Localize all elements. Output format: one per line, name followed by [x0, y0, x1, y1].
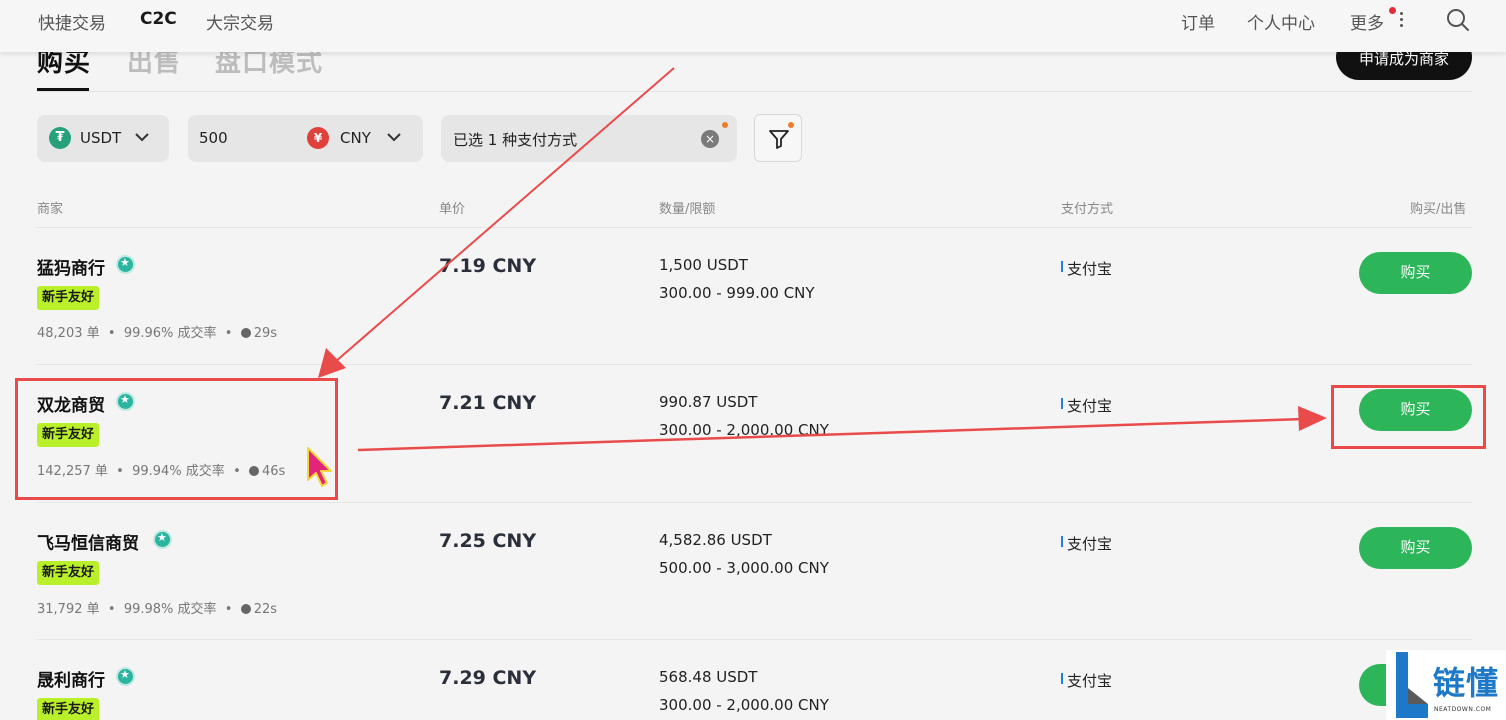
coin-select-value: USDT — [80, 129, 122, 147]
unit-price: 7.25 CNY — [439, 530, 537, 552]
unit-price: 7.19 CNY — [439, 255, 537, 277]
nav-c2c[interactable]: C2C — [140, 9, 177, 29]
buy-button[interactable]: 购买 — [1359, 527, 1472, 569]
clock-icon — [240, 328, 251, 338]
watermark-subtext: NEATDOWN.COM — [1434, 706, 1492, 713]
available-quantity: 990.87 USDT — [659, 393, 758, 411]
payment-color-bar — [1061, 673, 1063, 684]
amount-currency-field[interactable]: 500 ¥ CNY — [188, 115, 423, 162]
col-merchant: 商家 — [37, 202, 64, 217]
merchant-stats: 48,203 单 • 99.96% 成交率 • 29s — [37, 326, 278, 341]
beginner-friendly-tag: 新手友好 — [37, 286, 100, 310]
unit-price: 7.29 CNY — [439, 667, 537, 689]
beginner-friendly-tag: 新手友好 — [37, 698, 100, 720]
payment-method: 支付宝 — [1067, 672, 1113, 690]
watermark-logo: 链懂 NEATDOWN.COM — [1386, 650, 1506, 720]
merchant-name[interactable]: 猛犸商行 — [37, 254, 105, 279]
header-divider — [37, 227, 1472, 228]
clear-icon[interactable]: × — [701, 130, 719, 148]
amount-input[interactable]: 500 — [199, 129, 228, 147]
filter-icon — [769, 130, 789, 149]
verified-star-icon: ★ — [116, 255, 135, 274]
order-limit: 300.00 - 999.00 CNY — [659, 284, 815, 302]
more-kebab-icon[interactable] — [1400, 12, 1404, 30]
row-divider — [37, 364, 1472, 365]
completion-rate: 99.96% 成交率 — [123, 326, 217, 341]
row-divider — [37, 502, 1472, 503]
unit-price: 7.21 CNY — [439, 392, 537, 414]
coin-select[interactable]: ₮ USDT — [37, 115, 169, 162]
nav-more[interactable]: 更多 — [1350, 9, 1384, 34]
clock-icon — [240, 604, 251, 614]
chevron-down-icon — [135, 133, 149, 142]
tabs-divider — [37, 91, 1472, 92]
beginner-friendly-tag: 新手友好 — [37, 561, 100, 585]
payment-color-bar — [1061, 398, 1063, 409]
cny-icon: ¥ — [307, 127, 329, 149]
available-quantity: 568.48 USDT — [659, 668, 758, 686]
response-time: 29s — [253, 326, 278, 341]
highlight-buy-button-box — [1331, 385, 1486, 449]
merchant-stats: 31,792 单 • 99.98% 成交率 • 22s — [37, 602, 278, 617]
row-divider — [37, 639, 1472, 640]
usdt-icon: ₮ — [49, 127, 71, 149]
col-action: 购买/出售 — [1410, 202, 1467, 217]
col-price: 单价 — [439, 202, 466, 217]
available-quantity: 4,582.86 USDT — [659, 531, 772, 549]
payment-method-value: 已选 1 种支付方式 — [453, 131, 578, 149]
watermark-l-mark — [1396, 652, 1428, 718]
arrow-head-right — [1298, 406, 1327, 431]
merchant-name[interactable]: 飞马恒信商贸 — [37, 529, 139, 554]
order-count: 31,792 单 — [37, 602, 100, 617]
filter-button[interactable] — [754, 114, 802, 162]
buy-button[interactable]: 购买 — [1359, 252, 1472, 294]
verified-star-icon: ★ — [153, 530, 172, 549]
nav-quick-trade[interactable]: 快捷交易 — [38, 9, 106, 34]
chevron-down-icon — [387, 133, 401, 142]
available-quantity: 1,500 USDT — [659, 256, 748, 274]
verified-star-icon: ★ — [116, 667, 135, 686]
search-icon[interactable] — [1446, 8, 1470, 32]
payment-method-select[interactable]: 已选 1 种支付方式 — [441, 115, 737, 162]
order-count: 48,203 单 — [37, 326, 100, 341]
order-limit: 500.00 - 3,000.00 CNY — [659, 559, 829, 577]
payment-indicator-dot — [722, 122, 728, 128]
currency-select-value[interactable]: CNY — [340, 129, 371, 147]
col-payment: 支付方式 — [1061, 202, 1114, 217]
nav-orders[interactable]: 订单 — [1181, 9, 1215, 34]
completion-rate: 99.98% 成交率 — [123, 602, 217, 617]
payment-method: 支付宝 — [1067, 397, 1113, 415]
merchant-name[interactable]: 晟利商行 — [37, 666, 105, 691]
filter-indicator-dot — [788, 122, 794, 128]
response-time: 22s — [253, 602, 278, 617]
mouse-cursor-icon — [307, 447, 332, 487]
order-limit: 300.00 - 2,000.00 CNY — [659, 696, 829, 714]
highlight-merchant-box — [15, 378, 338, 500]
payment-method: 支付宝 — [1067, 535, 1113, 553]
nav-block-trade[interactable]: 大宗交易 — [206, 9, 274, 34]
nav-profile[interactable]: 个人中心 — [1247, 9, 1315, 34]
top-navigation: 快捷交易 C2C 大宗交易 订单 个人中心 更多 — [0, 0, 1506, 52]
col-quantity-limit: 数量/限额 — [659, 202, 716, 217]
payment-method: 支付宝 — [1067, 260, 1113, 278]
watermark-text: 链懂 — [1433, 664, 1500, 702]
arrow-head-left — [318, 348, 346, 378]
notification-dot — [1389, 7, 1396, 14]
payment-color-bar — [1061, 536, 1063, 547]
payment-color-bar — [1061, 261, 1063, 272]
order-limit: 300.00 - 2,000.00 CNY — [659, 421, 829, 439]
